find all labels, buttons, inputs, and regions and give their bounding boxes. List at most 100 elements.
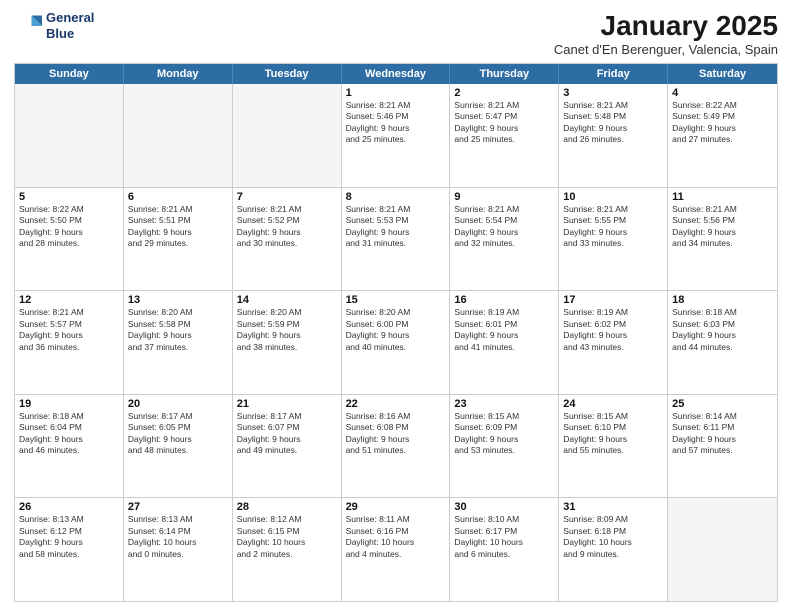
day-number: 23 — [454, 398, 554, 410]
calendar-cell: 10Sunrise: 8:21 AM Sunset: 5:55 PM Dayli… — [559, 188, 668, 291]
calendar-cell: 15Sunrise: 8:20 AM Sunset: 6:00 PM Dayli… — [342, 291, 451, 394]
cell-info: Sunrise: 8:22 AM Sunset: 5:49 PM Dayligh… — [672, 100, 773, 146]
title-area: January 2025 Canet d'En Berenguer, Valen… — [554, 10, 778, 57]
cell-info: Sunrise: 8:22 AM Sunset: 5:50 PM Dayligh… — [19, 204, 119, 250]
calendar-cell: 18Sunrise: 8:18 AM Sunset: 6:03 PM Dayli… — [668, 291, 777, 394]
calendar-cell: 20Sunrise: 8:17 AM Sunset: 6:05 PM Dayli… — [124, 395, 233, 498]
day-number: 12 — [19, 294, 119, 306]
calendar-cell: 27Sunrise: 8:13 AM Sunset: 6:14 PM Dayli… — [124, 498, 233, 601]
day-number: 17 — [563, 294, 663, 306]
day-number: 5 — [19, 191, 119, 203]
day-number: 11 — [672, 191, 773, 203]
header-day-sunday: Sunday — [15, 64, 124, 84]
header-day-friday: Friday — [559, 64, 668, 84]
cell-info: Sunrise: 8:15 AM Sunset: 6:09 PM Dayligh… — [454, 411, 554, 457]
day-number: 15 — [346, 294, 446, 306]
calendar-cell: 8Sunrise: 8:21 AM Sunset: 5:53 PM Daylig… — [342, 188, 451, 291]
logo: General Blue — [14, 10, 94, 41]
calendar-cell: 16Sunrise: 8:19 AM Sunset: 6:01 PM Dayli… — [450, 291, 559, 394]
day-number: 14 — [237, 294, 337, 306]
calendar-cell: 12Sunrise: 8:21 AM Sunset: 5:57 PM Dayli… — [15, 291, 124, 394]
cell-info: Sunrise: 8:20 AM Sunset: 6:00 PM Dayligh… — [346, 307, 446, 353]
cell-info: Sunrise: 8:21 AM Sunset: 5:52 PM Dayligh… — [237, 204, 337, 250]
day-number: 9 — [454, 191, 554, 203]
cell-info: Sunrise: 8:21 AM Sunset: 5:57 PM Dayligh… — [19, 307, 119, 353]
cell-info: Sunrise: 8:16 AM Sunset: 6:08 PM Dayligh… — [346, 411, 446, 457]
calendar-cell: 23Sunrise: 8:15 AM Sunset: 6:09 PM Dayli… — [450, 395, 559, 498]
day-number: 13 — [128, 294, 228, 306]
calendar-cell: 11Sunrise: 8:21 AM Sunset: 5:56 PM Dayli… — [668, 188, 777, 291]
calendar-header: SundayMondayTuesdayWednesdayThursdayFrid… — [15, 64, 777, 84]
calendar-cell — [124, 84, 233, 187]
calendar-cell: 24Sunrise: 8:15 AM Sunset: 6:10 PM Dayli… — [559, 395, 668, 498]
header: General Blue January 2025 Canet d'En Ber… — [14, 10, 778, 57]
month-title: January 2025 — [554, 10, 778, 42]
calendar-cell: 7Sunrise: 8:21 AM Sunset: 5:52 PM Daylig… — [233, 188, 342, 291]
day-number: 31 — [563, 501, 663, 513]
cell-info: Sunrise: 8:21 AM Sunset: 5:54 PM Dayligh… — [454, 204, 554, 250]
header-day-monday: Monday — [124, 64, 233, 84]
calendar-cell: 28Sunrise: 8:12 AM Sunset: 6:15 PM Dayli… — [233, 498, 342, 601]
cell-info: Sunrise: 8:21 AM Sunset: 5:48 PM Dayligh… — [563, 100, 663, 146]
cell-info: Sunrise: 8:10 AM Sunset: 6:17 PM Dayligh… — [454, 514, 554, 560]
day-number: 18 — [672, 294, 773, 306]
day-number: 20 — [128, 398, 228, 410]
calendar-cell: 31Sunrise: 8:09 AM Sunset: 6:18 PM Dayli… — [559, 498, 668, 601]
day-number: 30 — [454, 501, 554, 513]
calendar-cell: 2Sunrise: 8:21 AM Sunset: 5:47 PM Daylig… — [450, 84, 559, 187]
day-number: 29 — [346, 501, 446, 513]
day-number: 16 — [454, 294, 554, 306]
day-number: 25 — [672, 398, 773, 410]
cell-info: Sunrise: 8:18 AM Sunset: 6:04 PM Dayligh… — [19, 411, 119, 457]
cell-info: Sunrise: 8:09 AM Sunset: 6:18 PM Dayligh… — [563, 514, 663, 560]
calendar-row-4: 26Sunrise: 8:13 AM Sunset: 6:12 PM Dayli… — [15, 497, 777, 601]
calendar-cell — [668, 498, 777, 601]
day-number: 8 — [346, 191, 446, 203]
calendar-cell: 3Sunrise: 8:21 AM Sunset: 5:48 PM Daylig… — [559, 84, 668, 187]
cell-info: Sunrise: 8:21 AM Sunset: 5:46 PM Dayligh… — [346, 100, 446, 146]
cell-info: Sunrise: 8:15 AM Sunset: 6:10 PM Dayligh… — [563, 411, 663, 457]
calendar-body: 1Sunrise: 8:21 AM Sunset: 5:46 PM Daylig… — [15, 84, 777, 601]
calendar-cell: 13Sunrise: 8:20 AM Sunset: 5:58 PM Dayli… — [124, 291, 233, 394]
cell-info: Sunrise: 8:11 AM Sunset: 6:16 PM Dayligh… — [346, 514, 446, 560]
header-day-thursday: Thursday — [450, 64, 559, 84]
day-number: 22 — [346, 398, 446, 410]
day-number: 26 — [19, 501, 119, 513]
logo-text: General Blue — [46, 10, 94, 41]
day-number: 6 — [128, 191, 228, 203]
cell-info: Sunrise: 8:13 AM Sunset: 6:12 PM Dayligh… — [19, 514, 119, 560]
cell-info: Sunrise: 8:21 AM Sunset: 5:55 PM Dayligh… — [563, 204, 663, 250]
cell-info: Sunrise: 8:21 AM Sunset: 5:47 PM Dayligh… — [454, 100, 554, 146]
logo-icon — [14, 12, 42, 40]
cell-info: Sunrise: 8:21 AM Sunset: 5:56 PM Dayligh… — [672, 204, 773, 250]
cell-info: Sunrise: 8:14 AM Sunset: 6:11 PM Dayligh… — [672, 411, 773, 457]
day-number: 7 — [237, 191, 337, 203]
calendar-cell: 21Sunrise: 8:17 AM Sunset: 6:07 PM Dayli… — [233, 395, 342, 498]
day-number: 1 — [346, 87, 446, 99]
cell-info: Sunrise: 8:19 AM Sunset: 6:01 PM Dayligh… — [454, 307, 554, 353]
calendar-cell: 17Sunrise: 8:19 AM Sunset: 6:02 PM Dayli… — [559, 291, 668, 394]
cell-info: Sunrise: 8:17 AM Sunset: 6:05 PM Dayligh… — [128, 411, 228, 457]
cell-info: Sunrise: 8:12 AM Sunset: 6:15 PM Dayligh… — [237, 514, 337, 560]
calendar-cell: 1Sunrise: 8:21 AM Sunset: 5:46 PM Daylig… — [342, 84, 451, 187]
calendar-row-3: 19Sunrise: 8:18 AM Sunset: 6:04 PM Dayli… — [15, 394, 777, 498]
calendar-cell: 30Sunrise: 8:10 AM Sunset: 6:17 PM Dayli… — [450, 498, 559, 601]
calendar-cell: 6Sunrise: 8:21 AM Sunset: 5:51 PM Daylig… — [124, 188, 233, 291]
header-day-wednesday: Wednesday — [342, 64, 451, 84]
day-number: 27 — [128, 501, 228, 513]
calendar-cell: 29Sunrise: 8:11 AM Sunset: 6:16 PM Dayli… — [342, 498, 451, 601]
day-number: 24 — [563, 398, 663, 410]
day-number: 21 — [237, 398, 337, 410]
calendar-cell: 5Sunrise: 8:22 AM Sunset: 5:50 PM Daylig… — [15, 188, 124, 291]
calendar-cell: 4Sunrise: 8:22 AM Sunset: 5:49 PM Daylig… — [668, 84, 777, 187]
calendar-cell — [233, 84, 342, 187]
header-day-saturday: Saturday — [668, 64, 777, 84]
calendar-cell: 26Sunrise: 8:13 AM Sunset: 6:12 PM Dayli… — [15, 498, 124, 601]
cell-info: Sunrise: 8:19 AM Sunset: 6:02 PM Dayligh… — [563, 307, 663, 353]
header-day-tuesday: Tuesday — [233, 64, 342, 84]
calendar-cell: 22Sunrise: 8:16 AM Sunset: 6:08 PM Dayli… — [342, 395, 451, 498]
cell-info: Sunrise: 8:13 AM Sunset: 6:14 PM Dayligh… — [128, 514, 228, 560]
day-number: 19 — [19, 398, 119, 410]
subtitle: Canet d'En Berenguer, Valencia, Spain — [554, 42, 778, 57]
cell-info: Sunrise: 8:17 AM Sunset: 6:07 PM Dayligh… — [237, 411, 337, 457]
